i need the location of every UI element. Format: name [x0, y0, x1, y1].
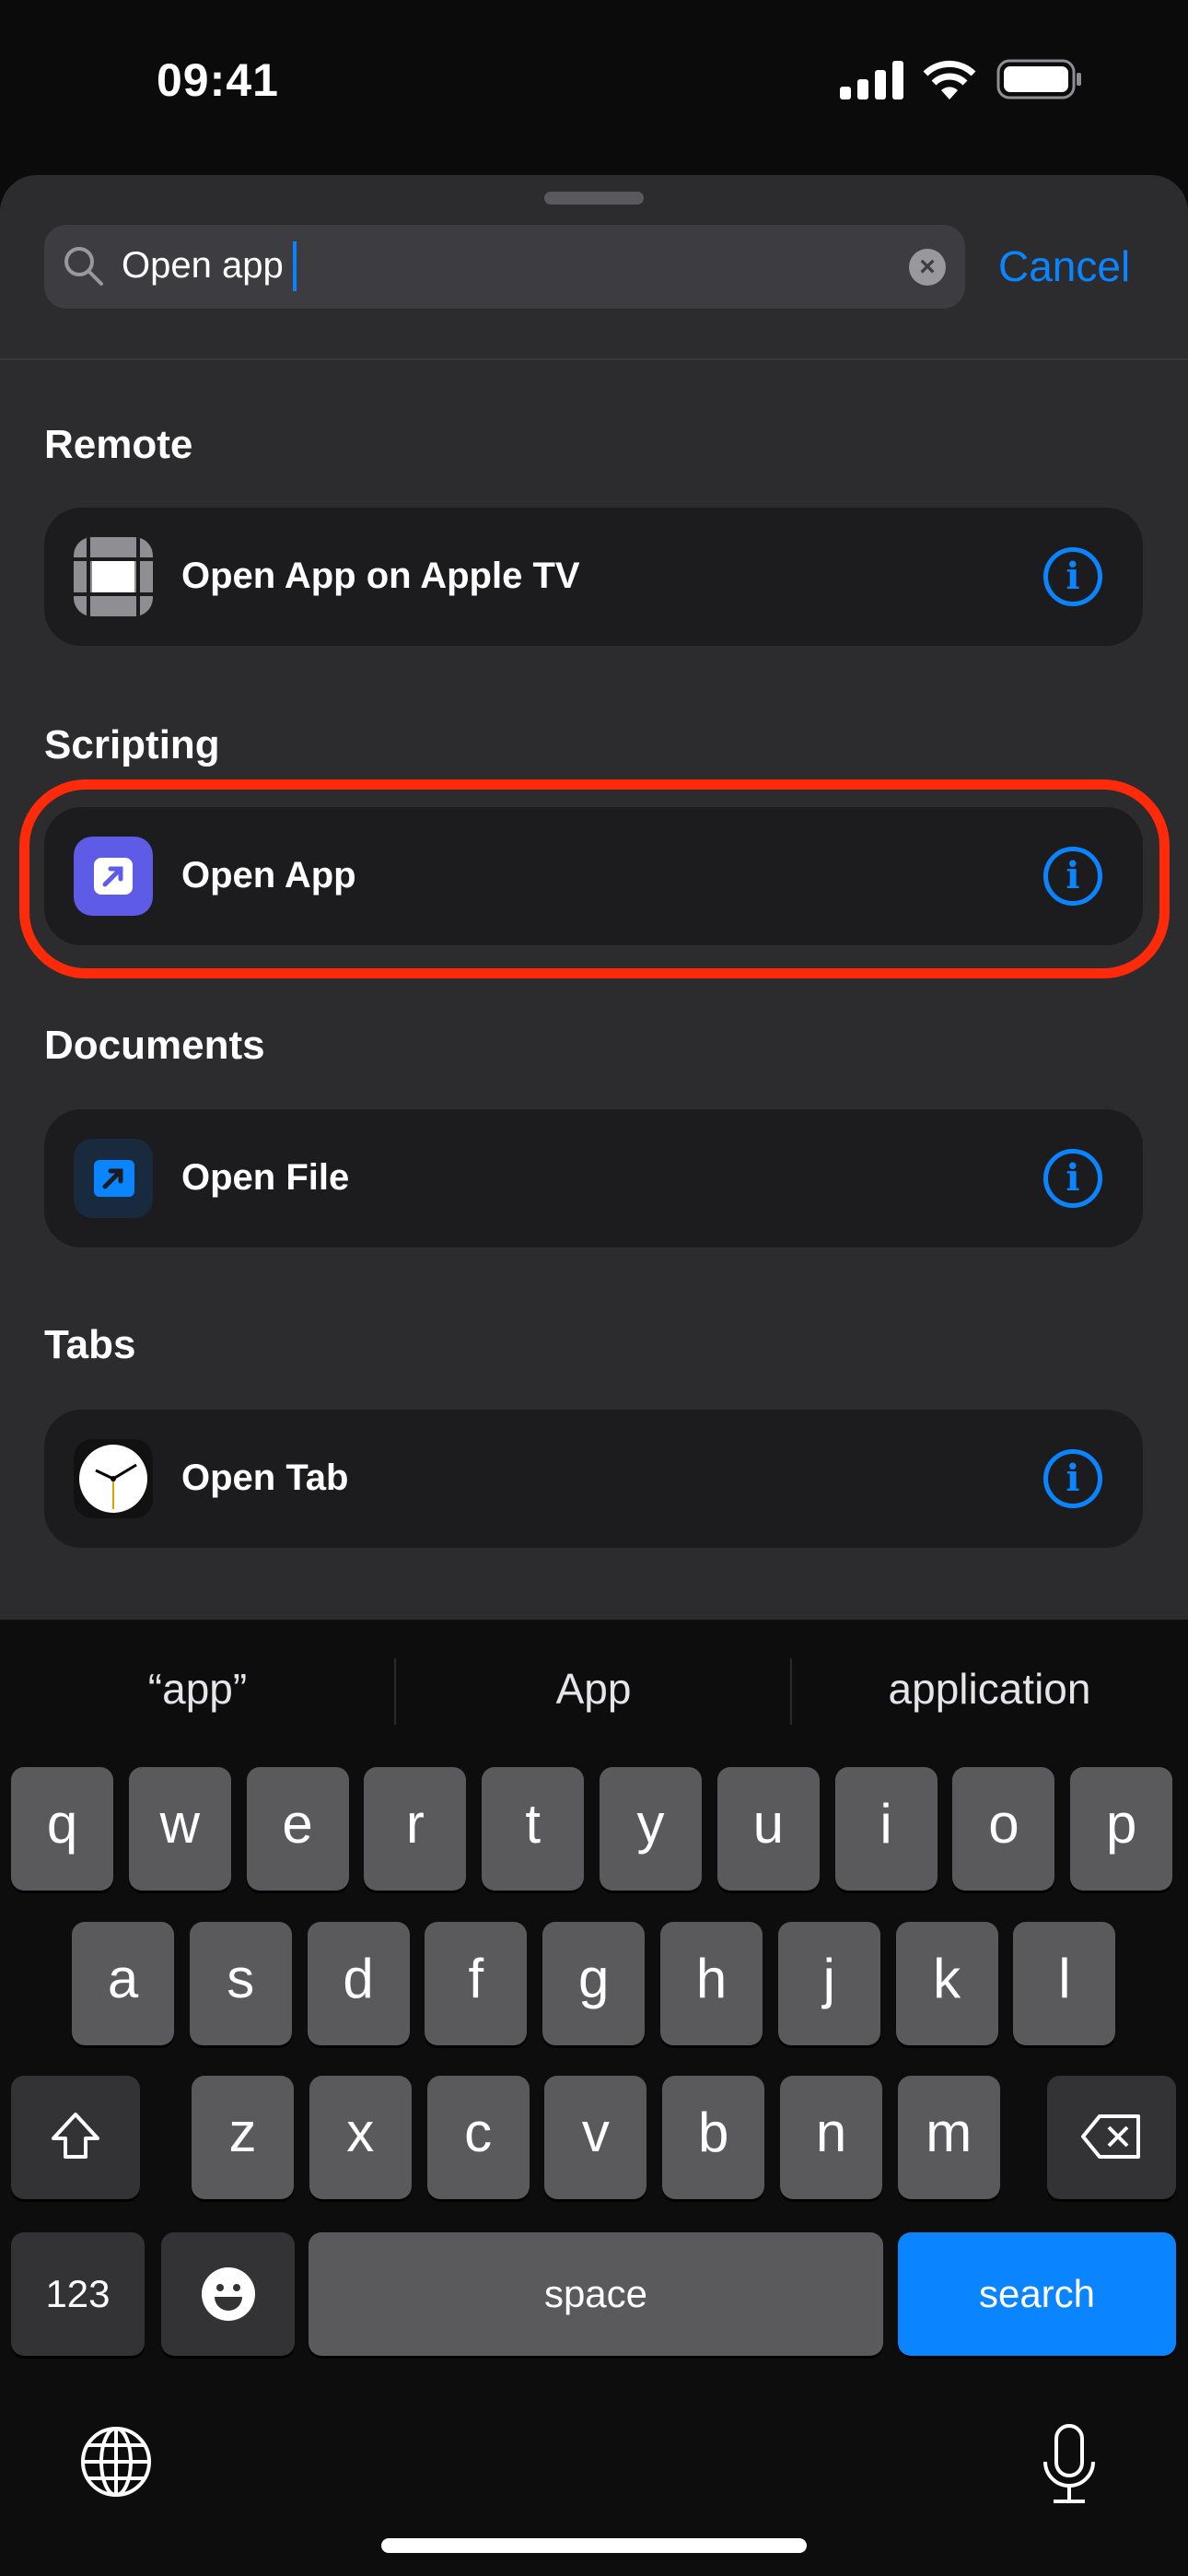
clock-icon: [74, 1439, 153, 1518]
globe-icon[interactable]: [79, 2425, 153, 2503]
key-g[interactable]: g: [542, 1922, 646, 2045]
section-header-scripting: Scripting: [44, 722, 220, 767]
open-file-icon: [74, 1139, 153, 1218]
emoji-key[interactable]: [161, 2232, 295, 2356]
suggestion-1[interactable]: “app”: [0, 1664, 395, 1714]
key-s[interactable]: s: [189, 1922, 292, 2045]
key-l[interactable]: l: [1013, 1922, 1116, 2045]
action-row-open-app-on-apple-tv[interactable]: Open App on Apple TV i: [44, 508, 1143, 646]
home-indicator: [381, 2538, 807, 2553]
apple-tv-remote-icon: [74, 537, 153, 616]
signal-icon: [840, 61, 903, 100]
numbers-key[interactable]: 123: [11, 2232, 145, 2356]
key-h[interactable]: h: [660, 1922, 763, 2045]
key-a[interactable]: a: [72, 1922, 174, 2045]
key-n[interactable]: n: [780, 2076, 882, 2199]
info-icon[interactable]: i: [1043, 1149, 1102, 1208]
key-i[interactable]: i: [834, 1767, 938, 1891]
status-time: 09:41: [157, 54, 279, 106]
space-key[interactable]: space: [309, 2232, 883, 2356]
backspace-icon: [1081, 2114, 1140, 2159]
key-d[interactable]: d: [307, 1922, 410, 2045]
search-icon: [64, 247, 103, 286]
key-w[interactable]: w: [128, 1767, 231, 1891]
delete-key[interactable]: [1047, 2076, 1176, 2199]
key-r[interactable]: r: [364, 1767, 467, 1891]
search-input-value[interactable]: Open app: [122, 245, 284, 287]
cancel-button[interactable]: Cancel: [998, 241, 1130, 291]
action-label: Open File: [181, 1157, 350, 1198]
microphone-icon[interactable]: [1041, 2423, 1098, 2511]
info-icon[interactable]: i: [1043, 547, 1102, 606]
section-header-remote: Remote: [44, 422, 193, 467]
highlight-annotation: [19, 779, 1170, 978]
key-k[interactable]: k: [895, 1922, 998, 2045]
key-q[interactable]: q: [11, 1767, 113, 1891]
key-p[interactable]: p: [1070, 1767, 1173, 1891]
text-caret: [293, 241, 297, 291]
key-u[interactable]: u: [716, 1767, 820, 1891]
key-b[interactable]: b: [662, 2076, 765, 2199]
sheet-grabber[interactable]: [544, 192, 644, 205]
key-z[interactable]: z: [192, 2076, 294, 2199]
key-m[interactable]: m: [897, 2076, 1000, 2199]
key-c[interactable]: c: [426, 2076, 530, 2199]
battery-icon: [996, 59, 1081, 100]
section-header-tabs: Tabs: [44, 1322, 136, 1367]
key-x[interactable]: x: [309, 2076, 412, 2199]
key-v[interactable]: v: [544, 2076, 647, 2199]
key-f[interactable]: f: [425, 1922, 528, 2045]
wifi-icon: [923, 60, 976, 100]
shift-icon: [52, 2113, 99, 2159]
action-label: Open Tab: [181, 1458, 349, 1498]
emoji-icon: [201, 2267, 255, 2321]
key-t[interactable]: t: [482, 1767, 585, 1891]
suggestion-3[interactable]: application: [792, 1664, 1187, 1714]
clear-search-icon[interactable]: ×: [909, 249, 946, 286]
action-label: Open App on Apple TV: [181, 556, 580, 596]
suggestion-2[interactable]: App: [396, 1664, 791, 1714]
divider: [0, 358, 1188, 360]
key-y[interactable]: y: [600, 1767, 702, 1891]
key-e[interactable]: e: [246, 1767, 349, 1891]
search-key[interactable]: search: [898, 2232, 1176, 2356]
section-header-documents: Documents: [44, 1023, 265, 1068]
key-j[interactable]: j: [777, 1922, 880, 2045]
info-icon[interactable]: i: [1043, 1449, 1102, 1508]
key-o[interactable]: o: [952, 1767, 1055, 1891]
action-row-open-tab[interactable]: Open Tab i: [44, 1410, 1143, 1548]
action-row-open-file[interactable]: Open File i: [44, 1109, 1143, 1247]
shift-key[interactable]: [11, 2076, 140, 2199]
